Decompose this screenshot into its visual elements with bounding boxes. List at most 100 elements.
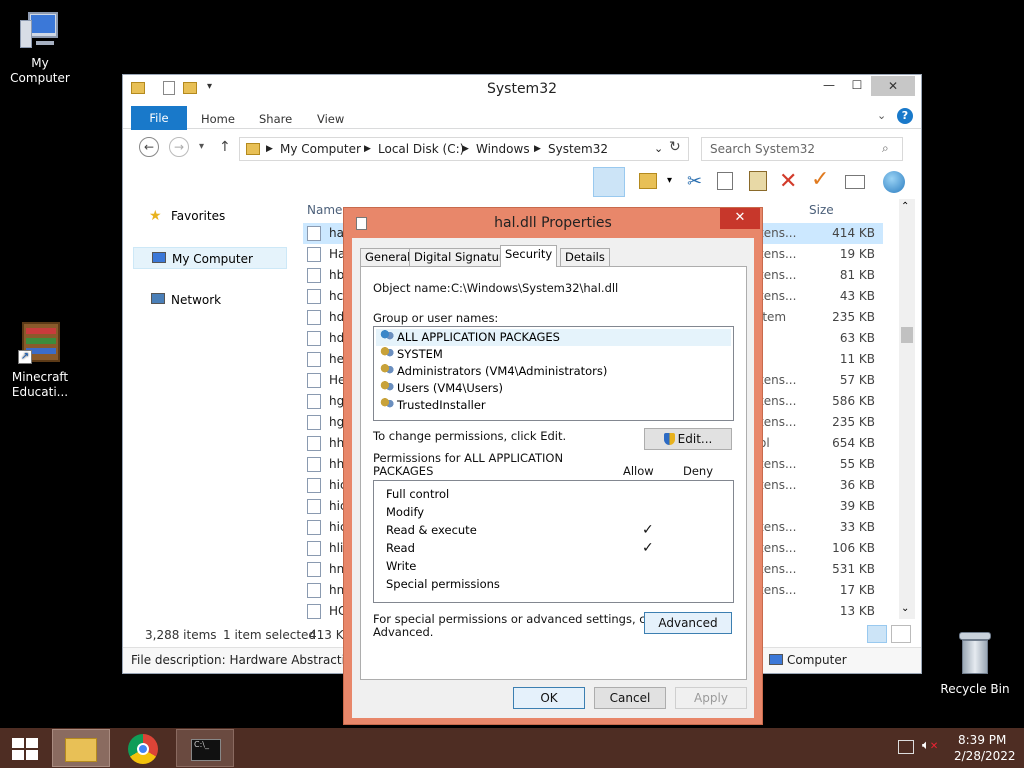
globe-icon[interactable] [883, 171, 905, 193]
search-placeholder: Search System32 [710, 142, 816, 156]
scroll-thumb[interactable] [901, 327, 913, 343]
allow-header: Allow [623, 464, 654, 478]
address-bar[interactable]: ▶ My Computer ▶ Local Disk (C:) ▶ Window… [239, 137, 689, 161]
file-icon [307, 478, 321, 493]
file-icon [307, 373, 321, 388]
file-icon [307, 520, 321, 535]
desktop-icon-label: My Computer [10, 56, 70, 85]
file-type: tens... [759, 520, 797, 534]
forward-icon[interactable]: → [169, 137, 189, 157]
special-permissions-text-2: Advanced. [373, 625, 434, 639]
cancel-button[interactable]: Cancel [594, 687, 666, 709]
details-view-icon[interactable] [867, 625, 887, 643]
object-name-value: C:\Windows\System32\hal.dll [451, 281, 619, 295]
nav-favorites[interactable]: ★ Favorites [149, 205, 226, 227]
cut-icon[interactable]: ✂ [687, 171, 702, 192]
breadcrumb-windows[interactable]: Windows [476, 142, 530, 156]
tab-general[interactable]: General [360, 248, 416, 267]
help-icon[interactable]: ? [897, 108, 913, 124]
desktop-icon-minecraft[interactable]: ↗ Minecraft Educati... [0, 320, 80, 400]
minimize-button[interactable]: — [815, 75, 843, 96]
clock-date[interactable]: 2/28/2022 [954, 749, 1016, 763]
chevron-down-icon[interactable]: ⌄ [654, 142, 663, 155]
column-name[interactable]: Name [307, 203, 342, 217]
user-list-item[interactable]: SYSTEM [380, 346, 443, 363]
file-type: tens... [759, 457, 797, 471]
tab-file[interactable]: File [131, 106, 187, 130]
taskbar-file-explorer[interactable] [52, 729, 110, 767]
volume-muted-icon[interactable]: 🔈︎✕ [922, 738, 938, 753]
vertical-scrollbar[interactable]: ⌃ ⌄ [899, 199, 915, 619]
tab-view[interactable]: View [317, 108, 344, 130]
search-input[interactable]: Search System32 ⌕ [701, 137, 903, 161]
nav-label: Favorites [171, 209, 226, 223]
user-list-item[interactable]: ALL APPLICATION PACKAGES [376, 329, 731, 346]
breadcrumb-my-computer[interactable]: My Computer [280, 142, 361, 156]
tab-details[interactable]: Details [560, 248, 610, 267]
explorer-titlebar: ▾ System32 — ☐ ✕ [123, 75, 921, 105]
file-icon [307, 436, 321, 451]
file-icon [307, 268, 321, 283]
paste-icon[interactable] [749, 171, 767, 191]
user-list-item[interactable]: TrustedInstaller [380, 397, 486, 414]
recent-locations-icon[interactable]: ▾ [199, 141, 204, 152]
taskbar-chrome[interactable] [114, 729, 172, 767]
apply-button[interactable]: Apply [675, 687, 747, 709]
file-icon [307, 247, 321, 262]
desktop-icon-my-computer[interactable]: My Computer [0, 8, 80, 86]
nav-my-computer[interactable]: My Computer [133, 247, 287, 269]
edit-button[interactable]: Edit... [644, 428, 732, 450]
special-permissions-text-1: For special permissions or advanced sett… [373, 612, 665, 626]
delete-icon[interactable]: ✕ [779, 169, 797, 194]
folder-options-icon[interactable] [639, 173, 657, 189]
breadcrumb-local-disk[interactable]: Local Disk (C:) [378, 142, 464, 156]
rename-icon[interactable]: ✓ [811, 167, 829, 192]
network-tray-icon[interactable] [898, 740, 914, 754]
large-icons-view-icon[interactable] [891, 625, 911, 643]
clock-time[interactable]: 8:39 PM [958, 733, 1006, 747]
chevron-down-icon[interactable]: ▾ [667, 175, 672, 186]
desktop-icon-recycle-bin[interactable]: Recycle Bin [935, 630, 1015, 697]
file-name: hh [329, 457, 345, 471]
preview-pane-icon[interactable] [593, 167, 625, 197]
desktop-icon-label: Recycle Bin [940, 682, 1010, 696]
breadcrumb-system32[interactable]: System32 [548, 142, 608, 156]
user-list[interactable]: ALL APPLICATION PACKAGES SYSTEM Administra… [373, 326, 734, 421]
ok-button[interactable]: OK [513, 687, 585, 709]
user-list-item[interactable]: Users (VM4\Users) [380, 380, 503, 397]
nav-network[interactable]: Network [151, 289, 221, 311]
permissions-label-1: Permissions for ALL APPLICATION [373, 451, 564, 465]
advanced-button[interactable]: Advanced [644, 612, 732, 634]
ribbon-tabs: File Home Share View ⌄ ? [123, 105, 921, 130]
permission-name: Full control [386, 487, 450, 501]
column-size[interactable]: Size [809, 203, 834, 217]
back-icon[interactable]: ← [139, 137, 159, 157]
close-button[interactable]: ✕ [871, 76, 915, 96]
file-size: 81 KB [839, 268, 875, 282]
up-icon[interactable]: ↑ [219, 139, 231, 155]
scroll-up-icon[interactable]: ⌃ [901, 201, 909, 212]
scroll-down-icon[interactable]: ⌄ [901, 603, 909, 614]
tab-security[interactable]: Security [500, 245, 558, 267]
breadcrumb-separator-icon: ▶ [266, 144, 273, 154]
taskbar-command-prompt[interactable]: C:\_ [176, 729, 234, 767]
properties-icon[interactable] [845, 175, 865, 189]
tab-home[interactable]: Home [201, 108, 235, 130]
file-name: hb [329, 268, 345, 282]
copy-icon[interactable] [717, 172, 733, 190]
selection-count: 1 item selected [223, 628, 317, 642]
file-name: hg [329, 415, 345, 429]
item-count: 3,288 items [145, 628, 217, 642]
permissions-list: Full control Modify Read & execute ✓ Read ✓ Wr… [373, 480, 734, 603]
permission-row: Write [386, 557, 726, 575]
start-button[interactable] [0, 729, 50, 767]
maximize-button[interactable]: ☐ [843, 75, 871, 96]
recycle-bin-icon [957, 630, 993, 678]
user-list-item[interactable]: Administrators (VM4\Administrators) [380, 363, 607, 380]
tab-share[interactable]: Share [259, 108, 292, 130]
expand-ribbon-icon[interactable]: ⌄ [877, 109, 886, 122]
file-size: 414 KB [832, 226, 875, 240]
dialog-close-button[interactable]: ✕ [720, 208, 760, 229]
refresh-icon[interactable]: ↻ [669, 139, 681, 155]
permission-name: Modify [386, 505, 425, 519]
